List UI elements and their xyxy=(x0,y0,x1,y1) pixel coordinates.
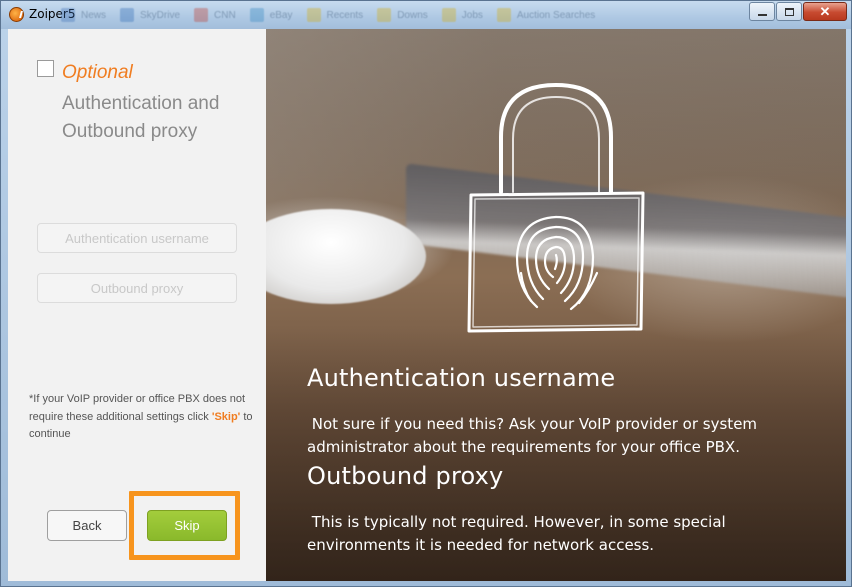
auth-username-heading: Authentication username xyxy=(307,364,616,392)
auth-username-input[interactable] xyxy=(37,223,237,253)
fingerprint-padlock-icon xyxy=(467,83,645,333)
background-taskbar-items: News SkyDrive CNN eBay Recents Downs Job… xyxy=(61,5,595,25)
ghost-item: Auction Searches xyxy=(496,5,595,25)
zoiper-logo-icon xyxy=(9,7,24,22)
wizard-left-panel: Optional Authentication and Outbound pro… xyxy=(8,29,266,581)
ghost-item: News xyxy=(61,5,106,25)
window-controls: ✕ xyxy=(748,2,847,21)
title-bar[interactable]: Zoiper5 News SkyDrive CNN eBay Recents D… xyxy=(1,1,851,29)
ghost-item: Recents xyxy=(306,5,363,25)
wizard-client-area: Optional Authentication and Outbound pro… xyxy=(8,29,846,581)
ghost-item: SkyDrive xyxy=(120,5,180,25)
back-button[interactable]: Back xyxy=(47,510,127,541)
ghost-item: Jobs xyxy=(441,5,483,25)
optional-checkbox[interactable] xyxy=(37,60,54,77)
optional-label: Optional xyxy=(62,62,133,83)
outbound-proxy-input[interactable] xyxy=(37,273,237,303)
outbound-proxy-description: This is typically not required. However,… xyxy=(307,513,731,554)
outbound-proxy-heading: Outbound proxy xyxy=(307,462,504,490)
wizard-info-panel: Authentication username Not sure if you … xyxy=(266,29,846,581)
step-title: Authentication and Outbound proxy xyxy=(62,93,220,142)
minimize-button[interactable] xyxy=(749,2,775,21)
close-icon: ✕ xyxy=(819,3,831,19)
auth-username-description: Not sure if you need this? Ask your VoIP… xyxy=(307,415,762,456)
skip-button[interactable]: Skip xyxy=(147,510,227,541)
ghost-item: eBay xyxy=(249,5,293,25)
close-button[interactable]: ✕ xyxy=(803,2,847,21)
maximize-icon xyxy=(784,7,794,16)
ghost-item: CNN xyxy=(194,5,236,25)
minimize-icon xyxy=(757,13,767,16)
app-window: Zoiper5 News SkyDrive CNN eBay Recents D… xyxy=(0,0,852,587)
background-photo-mouse xyxy=(266,209,426,304)
maximize-button[interactable] xyxy=(776,2,802,21)
skip-note-highlight: 'Skip' xyxy=(211,410,241,423)
ghost-item: Downs xyxy=(377,5,428,25)
skip-note: *If your VoIP provider or office PBX doe… xyxy=(29,391,254,444)
